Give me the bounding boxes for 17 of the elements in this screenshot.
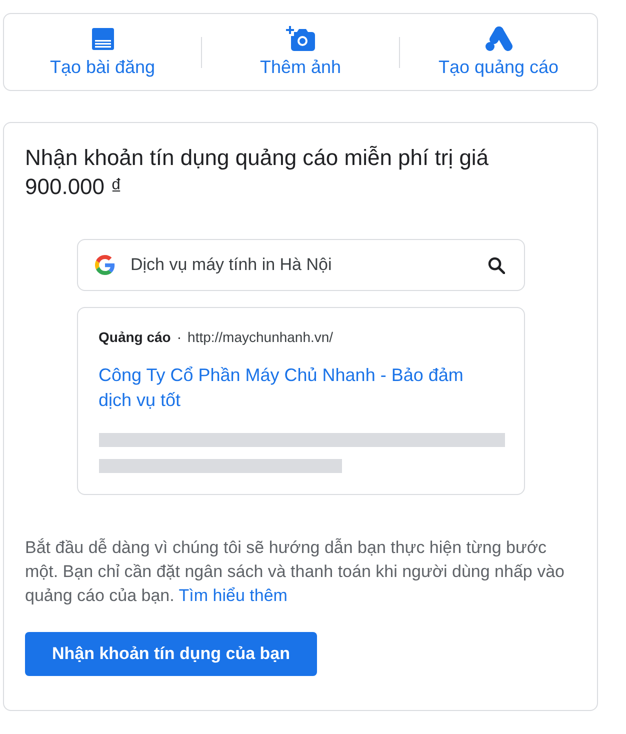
learn-more-link[interactable]: Tìm hiểu thêm — [178, 586, 288, 605]
article-icon — [92, 28, 114, 50]
get-credit-button[interactable]: Nhận khoản tín dụng của bạn — [25, 632, 317, 676]
action-button[interactable]: Tạo bài đăng — [50, 26, 156, 78]
description-text: Bắt đầu dễ dàng vì chúng tôi sẽ hướng dẫn bạn thực hiện từng bước một. Bạn chỉ cần đặt ngân sách và thanh toán khi người dùng nhấp vào quảng cáo của bạn. Tìm hiểu thêm — [25, 537, 566, 607]
google-logo-icon — [94, 255, 114, 275]
ad-label: Quảng cáo — [98, 328, 171, 347]
action-button[interactable]: Tạo quảng cáo — [438, 26, 559, 78]
promo-title: Nhận khoản tín dụng quảng cáo miễn phí trị giá 900.000 ₫ — [25, 144, 490, 201]
ad-url: http://maychunhanh.vn/ — [188, 328, 334, 347]
ad-headline: Công Ty Cổ Phần Máy Chủ Nhanh - Bảo đảm dịch vụ tốt — [98, 364, 464, 412]
ads-logo-icon — [484, 26, 512, 51]
search-query: Dịch vụ máy tính in Hà Nội — [130, 254, 333, 276]
add-camera-icon — [286, 26, 315, 51]
action-button[interactable]: Thêm ảnh — [260, 26, 342, 78]
separator-text: · — [176, 328, 182, 347]
search-icon — [488, 256, 504, 274]
